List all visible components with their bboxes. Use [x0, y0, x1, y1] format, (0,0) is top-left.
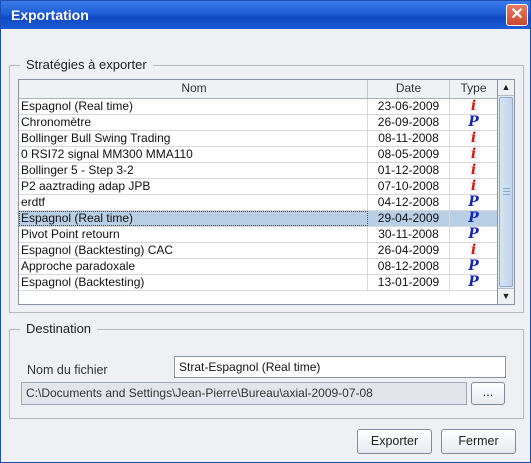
close-button[interactable]: Fermer: [441, 429, 516, 454]
strategy-name: Espagnol (Backtesting) CAC: [19, 243, 368, 258]
export-button[interactable]: Exporter: [357, 429, 432, 454]
path-field: C:\Documents and Settings\Jean-Pierre\Bu…: [21, 382, 467, 405]
table-row[interactable]: Espagnol (Real time) 29-04-2009 P: [19, 211, 497, 227]
table-row[interactable]: Espagnol (Backtesting) 13-01-2009 P: [19, 275, 497, 291]
strategies-table: Nom Date Type Espagnol (Real time) 23-06-…: [18, 79, 498, 305]
column-header-type[interactable]: Type: [450, 80, 497, 98]
strategy-type-p-icon: P: [468, 227, 479, 242]
strategy-name: Pivot Point retourn: [19, 227, 368, 242]
table-row[interactable]: Espagnol (Backtesting) CAC 26-04-2009 i: [19, 243, 497, 259]
table-scrollbar[interactable]: ▲ ▼: [498, 79, 515, 305]
strategy-date: 08-12-2008: [368, 259, 450, 274]
strategy-date: 13-01-2009: [368, 275, 450, 290]
table-row[interactable]: 0 RSI72 signal MM300 MMA110 08-05-2009 i: [19, 147, 497, 163]
strategy-name: Approche paradoxale: [19, 259, 368, 274]
strategy-name: Espagnol (Real time): [19, 211, 368, 226]
strategy-date: 30-11-2008: [368, 227, 450, 242]
table-row[interactable]: Approche paradoxale 08-12-2008 P: [19, 259, 497, 275]
thumb-grip: [503, 194, 510, 195]
strategy-date: 26-04-2009: [368, 243, 450, 258]
title-bar[interactable]: Exportation ✕: [1, 1, 530, 29]
strategy-type-p-icon: P: [468, 275, 479, 290]
thumb-grip: [503, 188, 510, 189]
strategy-type-i-icon: i: [470, 179, 477, 194]
strategy-name: Espagnol (Backtesting): [19, 275, 368, 290]
table-row[interactable]: Chronomètre 26-09-2008 P: [19, 115, 497, 131]
strategy-date: 08-11-2008: [368, 131, 450, 146]
strategy-date: 04-12-2008: [368, 195, 450, 210]
table-row[interactable]: Pivot Point retourn 30-11-2008 P: [19, 227, 497, 243]
strategy-type-p-icon: P: [468, 211, 479, 226]
scroll-down-icon[interactable]: ▼: [498, 288, 514, 304]
strategy-date: 08-05-2009: [368, 147, 450, 162]
strategy-date: 29-04-2009: [368, 211, 450, 226]
strategy-date: 26-09-2008: [368, 115, 450, 130]
strategy-name: Espagnol (Real time): [19, 99, 368, 114]
table-row[interactable]: erdtf 04-12-2008 P: [19, 195, 497, 211]
scroll-up-icon[interactable]: ▲: [498, 80, 514, 96]
strategy-name: Bollinger Bull Swing Trading: [19, 131, 368, 146]
strategy-type-p-icon: P: [468, 259, 479, 274]
thumb-grip: [503, 191, 510, 192]
table-row[interactable]: Bollinger Bull Swing Trading 08-11-2008 i: [19, 131, 497, 147]
strategy-name: erdtf: [19, 195, 368, 210]
table-row[interactable]: Bollinger 5 - Step 3-2 01-12-2008 i: [19, 163, 497, 179]
table-body: Espagnol (Real time) 23-06-2009 i Chronomèt…: [19, 99, 497, 291]
export-dialog: Exportation ✕ Stratégies à exporter Nom …: [0, 0, 531, 463]
strategy-type-i-icon: i: [470, 163, 477, 178]
strategy-type-i-icon: i: [470, 243, 477, 258]
destination-legend: Destination: [20, 321, 98, 336]
dialog-title: Exportation: [11, 7, 89, 23]
scrollbar-thumb[interactable]: [499, 97, 513, 287]
table-row[interactable]: P2 aaztrading adap JPB 07-10-2008 i: [19, 179, 497, 195]
column-header-nom[interactable]: Nom: [19, 80, 368, 98]
filename-label: Nom du fichier: [27, 363, 108, 377]
strategy-type-p-icon: P: [468, 115, 479, 130]
strategy-name: P2 aaztrading adap JPB: [19, 179, 368, 194]
strategy-name: Chronomètre: [19, 115, 368, 130]
table-row[interactable]: Espagnol (Real time) 23-06-2009 i: [19, 99, 497, 115]
strategy-date: 23-06-2009: [368, 99, 450, 114]
strategy-name: 0 RSI72 signal MM300 MMA110: [19, 147, 368, 162]
strategy-type-i-icon: i: [470, 147, 477, 162]
strategies-legend: Stratégies à exporter: [20, 57, 153, 72]
strategy-type-p-icon: P: [468, 195, 479, 210]
filename-input[interactable]: Strat-Espagnol (Real time): [174, 356, 506, 378]
browse-button[interactable]: ...: [471, 382, 505, 405]
close-icon[interactable]: ✕: [506, 4, 528, 26]
strategy-type-i-icon: i: [470, 99, 477, 114]
column-header-date[interactable]: Date: [368, 80, 450, 98]
strategy-date: 07-10-2008: [368, 179, 450, 194]
strategy-type-i-icon: i: [470, 131, 477, 146]
strategy-date: 01-12-2008: [368, 163, 450, 178]
table-header: Nom Date Type: [19, 80, 497, 99]
strategy-name: Bollinger 5 - Step 3-2: [19, 163, 368, 178]
